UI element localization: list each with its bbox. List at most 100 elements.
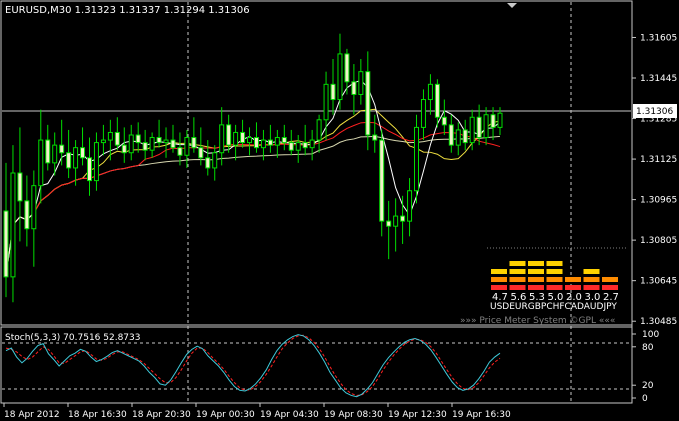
price-axis: 1.316051.314451.312851.311251.309651.308…	[632, 33, 677, 327]
candlestick-series	[3, 33, 503, 303]
candlestick	[330, 59, 336, 115]
candlestick	[253, 122, 259, 153]
candlestick	[455, 122, 461, 156]
candle-body	[191, 137, 197, 149]
candle-body	[128, 134, 134, 154]
candlestick	[45, 124, 51, 171]
candlestick	[420, 89, 426, 141]
candlestick	[400, 195, 406, 244]
price-meter-bar-segment	[509, 285, 526, 290]
stoch-tick-label: 20	[642, 381, 654, 391]
candle-body	[66, 152, 72, 169]
price-meter-bar-segment	[565, 277, 581, 282]
time-axis: 18 Apr 2012 18 Apr 16:30 18 Apr 20:30 19 Ap…	[3, 403, 511, 420]
time-tick-label: 19 Apr 16:30	[452, 410, 511, 420]
candlestick	[135, 122, 141, 153]
candle-body	[483, 114, 489, 139]
candle-body	[337, 53, 343, 101]
candlestick	[247, 127, 253, 156]
candlestick	[163, 127, 169, 158]
candle-body	[247, 137, 253, 144]
stoch-tick-label: 80	[642, 343, 654, 353]
time-tick-label: 18 Apr 16:30	[68, 410, 127, 420]
candle-body	[414, 126, 420, 192]
candlestick	[59, 119, 65, 166]
candlestick	[149, 132, 155, 158]
candle-body	[24, 200, 30, 230]
candlestick	[17, 127, 23, 242]
candle-body	[462, 129, 468, 144]
candle-body	[434, 83, 440, 118]
candlestick	[372, 114, 378, 153]
candlestick	[205, 140, 211, 176]
candlestick	[365, 51, 371, 151]
candle-body	[274, 137, 280, 146]
candlestick	[441, 99, 447, 135]
candle-body	[393, 215, 399, 227]
candle-body	[205, 157, 211, 169]
candle-body	[10, 172, 16, 278]
price-tick-label: 1.30645	[640, 277, 677, 287]
price-meter-currencies: USDEURGBPCHFCADAUDJPY	[490, 302, 617, 312]
candlestick	[226, 114, 232, 153]
candle-body	[476, 116, 482, 139]
candle-body	[448, 124, 454, 146]
candle-body	[86, 157, 92, 182]
candle-body	[52, 144, 58, 164]
price-meter-bar-segment	[546, 285, 563, 290]
candle-body	[358, 71, 364, 95]
candlestick	[121, 127, 127, 163]
candle-body	[156, 137, 162, 144]
candlestick	[191, 117, 197, 153]
candlestick	[358, 59, 364, 105]
price-tick-label: 1.31445	[640, 74, 677, 84]
ma-yellow-line	[5, 108, 501, 277]
chart-shift-marker[interactable]	[507, 3, 517, 8]
candlestick	[393, 198, 399, 252]
candle-body	[295, 142, 301, 151]
candle-body	[386, 220, 392, 227]
price-meter-bar-segment	[602, 277, 618, 282]
candlestick	[24, 175, 30, 247]
candle-body	[427, 83, 433, 101]
candle-body	[135, 134, 141, 144]
candlestick	[233, 124, 239, 161]
candle-body	[288, 142, 294, 151]
price-meter: 4.7 5.6 5.3 5.0 2.0 3.0 2.7 USDEURGBPCHFCADAUD…	[460, 247, 628, 326]
price-meter-bar-segment	[583, 277, 600, 282]
candlestick	[386, 200, 392, 260]
candle-body	[407, 190, 413, 222]
candle-body	[323, 83, 329, 121]
candlestick	[407, 178, 413, 237]
candle-body	[490, 114, 496, 128]
candlestick	[3, 162, 9, 298]
candlestick	[66, 129, 72, 179]
candle-body	[420, 99, 426, 128]
price-meter-bar-segment	[528, 285, 544, 290]
chart-canvas[interactable]: EURUSD,M30 1.31323 1.31337 1.31294 1.313…	[0, 0, 679, 421]
price-meter-bar-segment	[491, 269, 507, 274]
candlestick	[73, 140, 79, 186]
price-meter-bar-segment	[565, 285, 581, 290]
candle-body	[107, 131, 113, 141]
candlestick	[86, 137, 92, 196]
price-meter-bar-segment	[509, 277, 526, 282]
candle-body	[121, 144, 127, 154]
candle-body	[219, 124, 225, 154]
candlestick	[100, 124, 106, 156]
candle-body	[80, 147, 86, 159]
candlestick	[490, 107, 496, 141]
candle-body	[379, 139, 385, 222]
price-meter-bars	[491, 261, 618, 290]
candle-body	[441, 116, 447, 126]
candle-body	[38, 139, 44, 187]
stoch-level-lines	[2, 342, 631, 390]
price-tick-label: 1.30965	[640, 196, 677, 206]
stoch-tick-label: 100	[642, 330, 659, 340]
candlestick	[427, 74, 433, 115]
candle-body	[455, 129, 461, 146]
stoch-label: Stoch(5,3,3) 70.7516 52.8733	[5, 333, 140, 343]
time-tick-label: 19 Apr 12:30	[388, 410, 447, 420]
time-tick-label: 18 Apr 20:30	[132, 410, 191, 420]
candlestick	[288, 129, 294, 156]
